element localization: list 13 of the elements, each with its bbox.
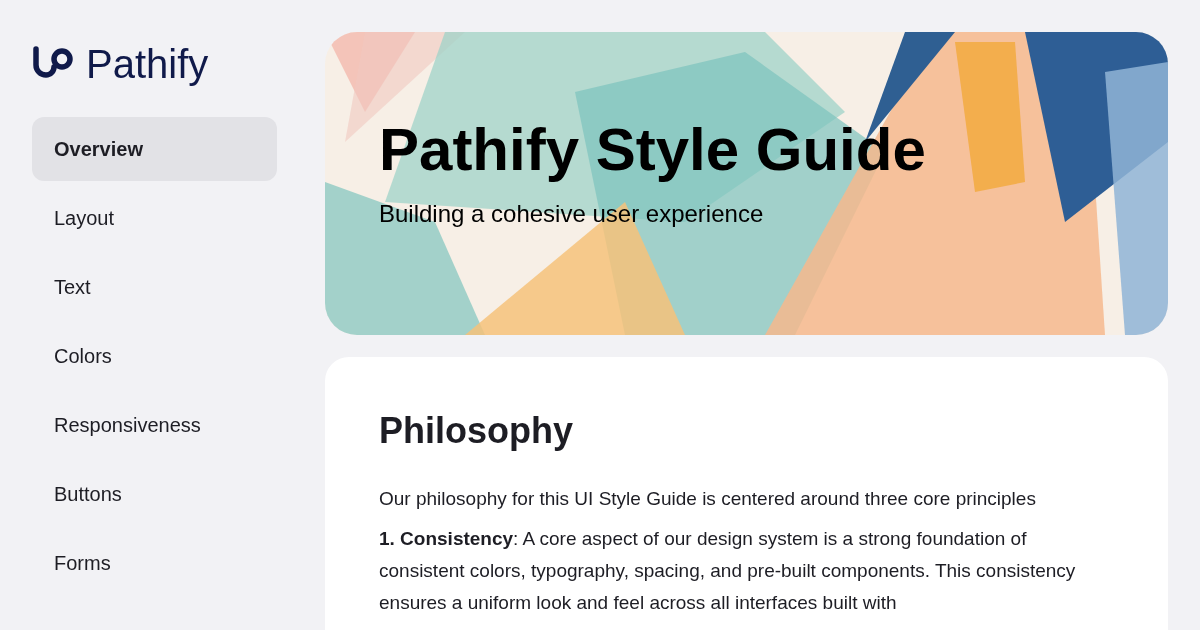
hero-subtitle: Building a cohesive user experience: [379, 202, 765, 226]
paragraph: Our philosophy for this UI Style Guide is centered around three core principles: [379, 487, 1037, 511]
paragraph: 1. Consistency: A core aspect of our design system is a strong foundation of consistent colors, typography, spacing, and pre-built components. This consistency ensures a uniform look and feel across all interfaces built with: [379, 527, 1077, 615]
brand-name: Pathify: [86, 44, 209, 84]
sidebar-item[interactable]: Forms: [32, 531, 277, 595]
sidebar-item[interactable]: Buttons: [32, 462, 277, 526]
sidebar-item[interactable]: Text: [32, 255, 277, 319]
sidebar-item[interactable]: Responsiveness: [32, 393, 277, 457]
sidebar-item[interactable]: Colors: [32, 324, 277, 388]
hero-title: Pathify Style Guide: [379, 120, 927, 180]
sidebar-item[interactable]: Layout: [32, 186, 277, 250]
sidebar-item[interactable]: Overview: [32, 117, 277, 181]
section-heading: Philosophy: [379, 413, 574, 449]
